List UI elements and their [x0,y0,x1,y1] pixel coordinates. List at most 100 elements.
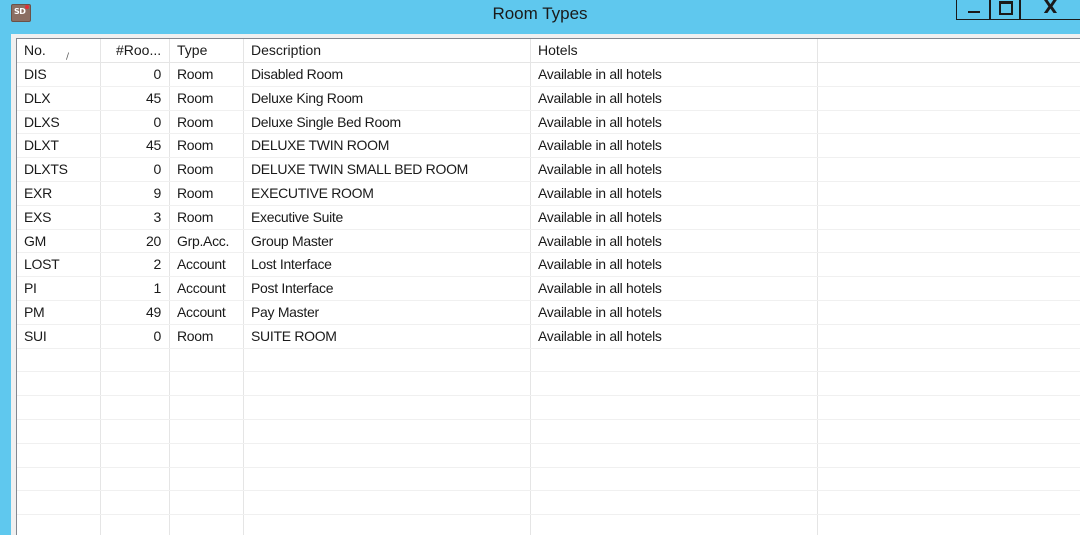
column-header-hotels[interactable]: Hotels [531,39,818,62]
cell-description: Group Master [244,229,531,253]
cell-filler [818,206,1080,229]
cell-description [244,515,531,535]
cell-hotels [531,515,818,535]
cell-rooms: 0 [101,110,170,134]
title-bar[interactable]: SD Room Types X [0,0,1080,34]
cell-no: EXS [17,205,101,229]
minimize-button[interactable] [956,0,990,20]
cell-filler [818,349,1080,372]
cell-rooms: 1 [101,277,170,300]
cell-description: DELUXE TWIN ROOM [244,134,531,158]
cell-hotels: Available in all hotels [531,253,818,277]
cell-filler [818,277,1080,300]
cell-hotels: Available in all hotels [531,181,818,205]
cell-type: Account [170,277,244,300]
cell-hotels: Available in all hotels [531,86,818,110]
cell-rooms [101,396,170,419]
cell-rooms: 45 [101,86,170,110]
cell-no [17,515,101,535]
cell-hotels: Available in all hotels [531,324,818,348]
cell-rooms: 0 [101,158,170,181]
cell-filler [818,182,1080,205]
grid-body: DIS 0 Room Disabled Room Available in all ho… [17,63,1080,535]
cell-filler [818,444,1080,467]
cell-filler [818,253,1080,276]
cell-hotels: Available in all hotels [531,229,818,253]
cell-filler [818,111,1080,134]
cell-rooms: 3 [101,205,170,229]
table-row[interactable]: DLXT 45 Room DELUXE TWIN ROOM Available in a… [17,134,1080,159]
empty-row [17,419,1080,444]
cell-no [17,396,101,419]
table-row[interactable]: DLX 45 Room Deluxe King Room Available in al… [17,86,1080,111]
cell-rooms: 49 [101,300,170,324]
column-header-type[interactable]: Type [170,39,244,62]
cell-no: DLXTS [17,158,101,181]
cell-hotels: Available in all hotels [531,277,818,300]
column-header-no-label: No. [24,42,46,58]
cell-rooms [101,348,170,372]
cell-rooms: 2 [101,253,170,277]
cell-type [170,372,244,396]
cell-no: DLX [17,86,101,110]
table-row[interactable]: GM 20 Grp.Acc. Group Master Available in all… [17,229,1080,254]
empty-row [17,348,1080,373]
cell-hotels: Available in all hotels [531,63,818,86]
cell-filler [818,468,1080,491]
cell-filler [818,134,1080,157]
cell-no: PI [17,277,101,300]
cell-hotels [531,491,818,515]
cell-no: DLXT [17,134,101,158]
cell-type: Room [170,110,244,134]
cell-hotels [531,348,818,372]
cell-no [17,491,101,515]
room-types-grid[interactable]: No. / #Roo... Type Description Hotels DI… [16,38,1080,535]
close-button[interactable]: X [1020,0,1080,20]
cell-no [17,419,101,443]
window-title: Room Types [492,4,588,23]
cell-description: Lost Interface [244,253,531,277]
column-header-rooms[interactable]: #Roo... [101,39,170,62]
cell-type: Room [170,205,244,229]
cell-description [244,491,531,515]
cell-hotels [531,396,818,419]
cell-no [17,443,101,467]
column-header-description[interactable]: Description [244,39,531,62]
cell-type: Grp.Acc. [170,229,244,253]
empty-row [17,467,1080,492]
maximize-button[interactable] [990,0,1020,20]
empty-row [17,515,1080,535]
table-row[interactable]: SUI 0 Room SUITE ROOM Available in all hotel… [17,324,1080,349]
table-row[interactable]: DIS 0 Room Disabled Room Available in all ho… [17,63,1080,87]
cell-no: GM [17,229,101,253]
cell-filler [818,420,1080,443]
cell-description [244,467,531,491]
cell-hotels [531,419,818,443]
window-client-area: No. / #Roo... Type Description Hotels DI… [11,34,1080,535]
table-row[interactable]: PI 1 Account Post Interface Available in all… [17,277,1080,301]
cell-filler [818,396,1080,419]
table-row[interactable]: EXS 3 Room Executive Suite Available in all … [17,205,1080,230]
column-header-no[interactable]: No. / [17,39,101,62]
cell-hotels [531,372,818,396]
empty-row [17,372,1080,397]
cell-hotels [531,467,818,491]
table-row[interactable]: PM 49 Account Pay Master Available in all ho… [17,300,1080,325]
table-row[interactable]: DLXS 0 Room Deluxe Single Bed Room Available… [17,110,1080,135]
cell-type [170,396,244,419]
cell-rooms: 0 [101,63,170,86]
cell-type: Room [170,86,244,110]
cell-no: DIS [17,63,101,86]
cell-type [170,515,244,535]
cell-type: Room [170,158,244,181]
cell-type: Room [170,63,244,86]
cell-hotels: Available in all hotels [531,134,818,158]
table-row[interactable]: DLXTS 0 Room DELUXE TWIN SMALL BED ROOM Avai… [17,158,1080,182]
table-row[interactable]: EXR 9 Room EXECUTIVE ROOM Available in all h… [17,181,1080,206]
table-row[interactable]: LOST 2 Account Lost Interface Available in a… [17,253,1080,278]
cell-hotels: Available in all hotels [531,205,818,229]
cell-description [244,396,531,419]
close-icon: X [1043,0,1058,18]
cell-rooms [101,443,170,467]
cell-description [244,443,531,467]
